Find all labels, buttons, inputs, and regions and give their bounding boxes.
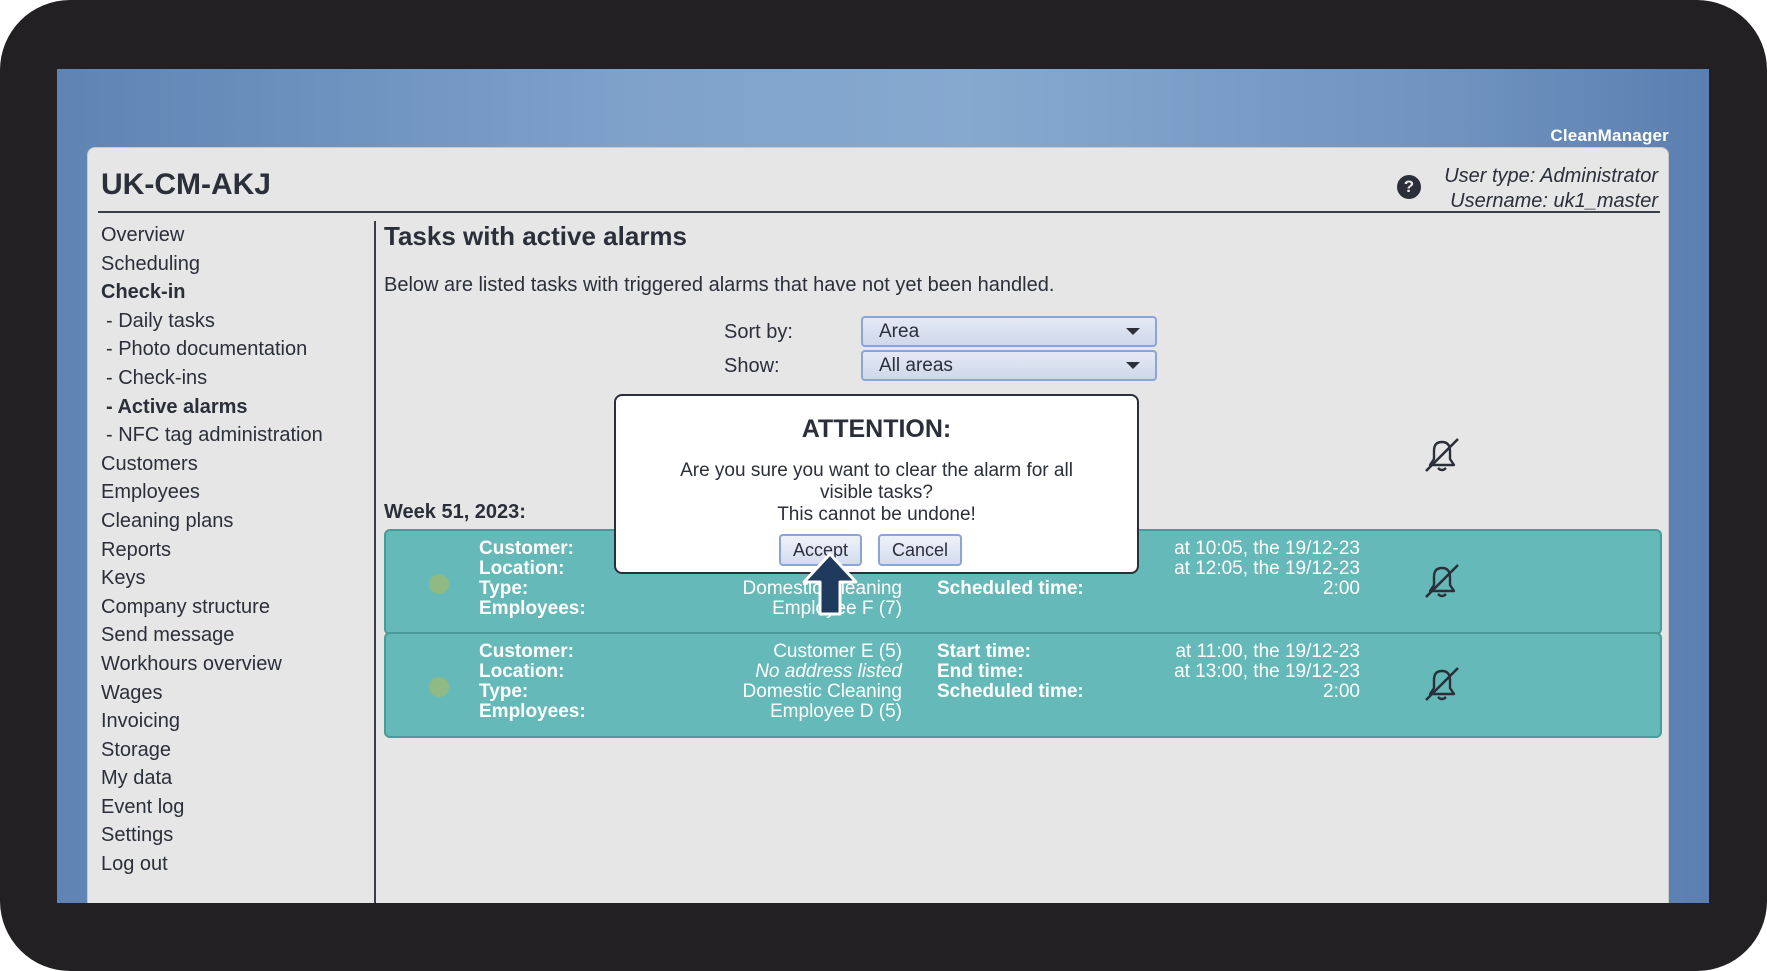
sort-select-value: Area	[879, 321, 920, 342]
sidebar-item[interactable]: Reports	[101, 536, 401, 565]
status-dot	[429, 677, 449, 697]
help-icon[interactable]: ?	[1397, 175, 1421, 199]
confirm-dialog: ATTENTION: Are you sure you want to clea…	[614, 394, 1139, 574]
sidebar-item[interactable]: Customers	[101, 450, 401, 479]
clear-all-alarms-bell-slash-icon[interactable]	[1420, 435, 1464, 475]
sidebar-item[interactable]: Employees	[101, 478, 401, 507]
sidebar-item[interactable]: Send message	[101, 621, 401, 650]
header-divider	[98, 211, 1660, 213]
show-label: Show:	[724, 355, 780, 377]
user-info: User type: Administrator Username: uk1_m…	[1444, 164, 1658, 214]
show-select-value: All areas	[879, 355, 953, 376]
sidebar-item[interactable]: Company structure	[101, 593, 401, 622]
app-title: UK-CM-AKJ	[101, 168, 271, 201]
page-description: Below are listed tasks with triggered al…	[384, 274, 1055, 296]
sidebar-item[interactable]: - Daily tasks	[101, 307, 401, 336]
sidebar-item[interactable]: Log out	[101, 850, 401, 879]
sidebar-divider	[374, 221, 376, 903]
task-field-value: Employee D (5)	[770, 701, 902, 722]
chevron-down-icon	[1126, 362, 1140, 369]
user-type: User type: Administrator	[1444, 165, 1658, 187]
task-card: Customer: Location: Type: Employees: Custome…	[384, 632, 1662, 738]
sidebar-item[interactable]: Storage	[101, 736, 401, 765]
task-field-label: Employees:	[479, 701, 586, 722]
show-select[interactable]: All areas	[861, 350, 1157, 381]
sidebar-item[interactable]: Workhours overview	[101, 650, 401, 679]
week-label: Week 51, 2023:	[384, 501, 526, 523]
sidebar-item[interactable]: Check-in	[101, 278, 401, 307]
task-time-value: 2:00	[1323, 681, 1360, 702]
task-field-label: Employees:	[479, 598, 586, 619]
sort-select[interactable]: Area	[861, 316, 1157, 347]
sidebar-item[interactable]: - Check-ins	[101, 364, 401, 393]
dialog-title: ATTENTION:	[801, 415, 952, 443]
sidebar-item[interactable]: Keys	[101, 564, 401, 593]
cancel-button[interactable]: Cancel	[878, 534, 963, 566]
sidebar-item[interactable]: Wages	[101, 679, 401, 708]
sidebar-item[interactable]: Scheduling	[101, 250, 401, 279]
sidebar-item[interactable]: - NFC tag administration	[101, 421, 401, 450]
sidebar-item[interactable]: Overview	[101, 221, 401, 250]
dialog-message-line2: This cannot be undone!	[777, 504, 976, 525]
task-time-label: Scheduled time:	[937, 681, 1084, 702]
dialog-message: Are you sure you want to clear the alarm…	[656, 460, 1097, 526]
task-time-label: Scheduled time:	[937, 578, 1084, 599]
sidebar-item[interactable]: - Active alarms	[101, 393, 401, 422]
brand-name: CleanManager	[1550, 126, 1669, 145]
sidebar-item[interactable]: Settings	[101, 821, 401, 850]
sidebar-item[interactable]: Cleaning plans	[101, 507, 401, 536]
sidebar-item[interactable]: My data	[101, 764, 401, 793]
task-time-value: 2:00	[1323, 578, 1360, 599]
clear-alarm-bell-slash-icon[interactable]	[1420, 561, 1464, 601]
app-screen: CleanManager UK-CM-AKJ ? User type: Admi…	[57, 69, 1709, 903]
sidebar-item[interactable]: - Photo documentation	[101, 335, 401, 364]
sidebar-item[interactable]: Event log	[101, 793, 401, 822]
status-dot	[429, 574, 449, 594]
arrow-up-icon	[802, 552, 858, 616]
sidebar-item[interactable]: Invoicing	[101, 707, 401, 736]
chevron-down-icon	[1126, 328, 1140, 335]
page-title: Tasks with active alarms	[384, 221, 688, 251]
sidebar-nav: Overview Scheduling Check-in - Daily tasks -…	[101, 221, 401, 879]
sort-label: Sort by:	[724, 321, 793, 343]
dialog-message-line1: Are you sure you want to clear the alarm…	[680, 460, 1073, 503]
clear-alarm-bell-slash-icon[interactable]	[1420, 664, 1464, 704]
